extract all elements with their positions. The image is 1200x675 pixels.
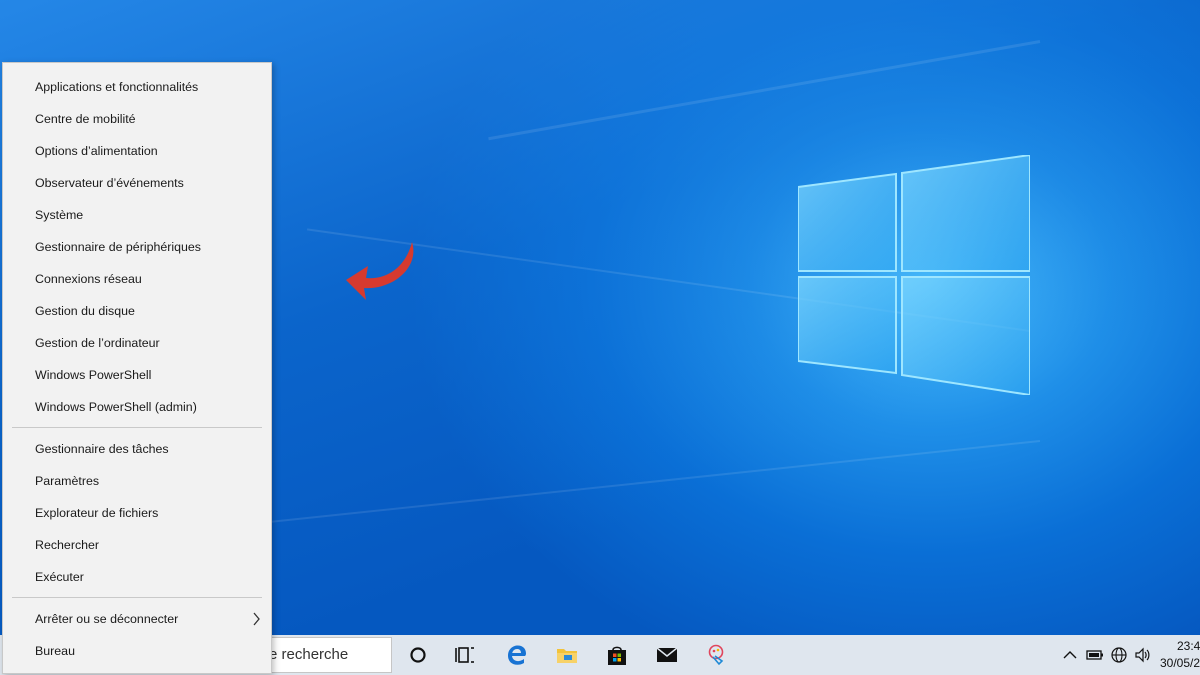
clock-date: 30/05/2 [1160,656,1200,670]
paint-icon[interactable] [705,643,729,667]
light-beam [264,440,1041,524]
taskbar-search-box[interactable]: e recherche [264,637,392,673]
red-arrow-annotation [346,242,414,300]
windows-logo [798,155,1030,395]
menu-item-apps-features[interactable]: Applications et fonctionnalités [3,72,271,102]
menu-item-shutdown-label: Arrêter ou se déconnecter [35,612,179,626]
menu-separator [12,427,262,428]
menu-item-powershell-admin[interactable]: Windows PowerShell (admin) [3,392,271,422]
menu-item-task-manager[interactable]: Gestionnaire des tâches [3,434,271,464]
file-explorer-icon[interactable] [555,643,579,667]
menu-item-file-explorer[interactable]: Explorateur de fichiers [3,498,271,528]
menu-separator [12,597,262,598]
menu-item-mobility-center[interactable]: Centre de mobilité [3,104,271,134]
mail-icon[interactable] [655,643,679,667]
menu-item-computer-management[interactable]: Gestion de l’ordinateur [3,328,271,358]
menu-item-shutdown[interactable]: Arrêter ou se déconnecter [3,604,271,634]
menu-item-device-manager[interactable]: Gestionnaire de périphériques [3,232,271,262]
battery-icon[interactable] [1086,646,1104,664]
cortana-icon[interactable] [406,643,430,667]
menu-item-network-connections[interactable]: Connexions réseau [3,264,271,294]
menu-item-desktop[interactable]: Bureau [3,636,271,666]
store-icon[interactable] [605,643,629,667]
winx-context-menu: Applications et fonctionnalités Centre d… [2,62,272,674]
menu-item-settings[interactable]: Paramètres [3,466,271,496]
menu-item-disk-management[interactable]: Gestion du disque [3,296,271,326]
menu-item-event-viewer[interactable]: Observateur d’événements [3,168,271,198]
chevron-up-icon[interactable] [1061,646,1079,664]
volume-icon[interactable] [1134,646,1152,664]
menu-item-search[interactable]: Rechercher [3,530,271,560]
clock-time: 23:4 [1177,639,1200,653]
network-icon[interactable] [1110,646,1128,664]
system-clock[interactable]: 23:4 30/05/2 [1160,638,1200,672]
menu-item-powershell[interactable]: Windows PowerShell [3,360,271,390]
menu-item-run[interactable]: Exécuter [3,562,271,592]
menu-item-system[interactable]: Système [3,200,271,230]
menu-item-power-options[interactable]: Options d’alimentation [3,136,271,166]
light-beam [488,40,1041,141]
edge-icon[interactable] [505,643,529,667]
task-view-icon[interactable] [453,643,477,667]
